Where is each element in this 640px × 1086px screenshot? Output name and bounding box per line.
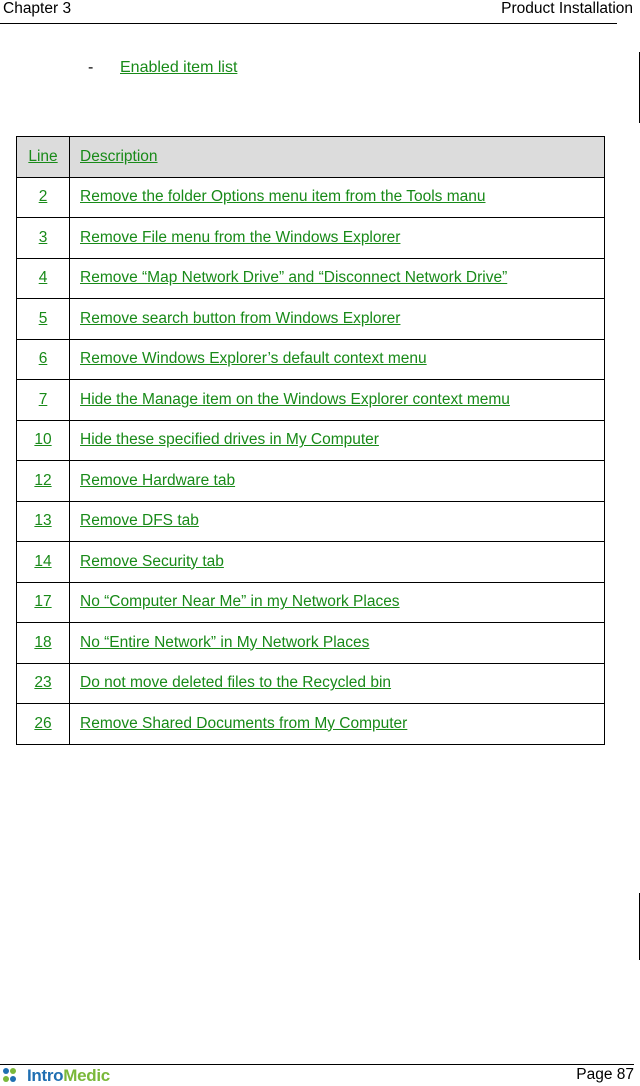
line-number-link[interactable]: 6 <box>39 350 48 367</box>
column-header-line: Line <box>16 136 70 178</box>
description-cell: Remove Shared Documents from My Computer <box>69 703 605 745</box>
description-cell: Hide these specified drives in My Comput… <box>69 419 605 461</box>
line-number-link[interactable]: 23 <box>34 674 51 691</box>
line-cell: 5 <box>16 298 70 340</box>
description-cell: Remove Security tab <box>69 541 605 583</box>
description-cell: Hide the Manage item on the Windows Expl… <box>69 379 605 421</box>
description-cell: No “Entire Network” in My Network Places <box>69 622 605 664</box>
description-link[interactable]: Remove File menu from the Windows Explor… <box>80 229 400 246</box>
line-cell: 14 <box>16 541 70 583</box>
table-row: 2 Remove the folder Options menu item fro… <box>16 176 605 218</box>
description-cell: Remove DFS tab <box>69 500 605 542</box>
header-divider <box>0 23 617 24</box>
chapter-title: Chapter 3 <box>3 0 72 17</box>
line-number-link[interactable]: 26 <box>34 715 51 732</box>
line-number-link[interactable]: 13 <box>34 512 51 529</box>
line-number-link[interactable]: 12 <box>34 472 51 489</box>
table-header-row: Line Description <box>16 136 605 178</box>
description-link[interactable]: Remove DFS tab <box>80 512 199 529</box>
line-cell: 4 <box>16 257 70 299</box>
line-number-link[interactable]: 5 <box>39 310 48 327</box>
line-cell: 6 <box>16 338 70 380</box>
table-row: 13 Remove DFS tab <box>16 500 605 542</box>
description-cell: Remove the folder Options menu item from… <box>69 176 605 218</box>
logo-dots-icon <box>3 1068 25 1084</box>
description-link[interactable]: Do not move deleted files to the Recycle… <box>80 674 391 691</box>
table-row: 10 Hide these specified drives in My Comp… <box>16 419 605 461</box>
line-cell: 2 <box>16 176 70 218</box>
line-number-link[interactable]: 18 <box>34 634 51 651</box>
description-cell: Remove Windows Explorer’s default contex… <box>69 338 605 380</box>
description-link[interactable]: Remove the folder Options menu item from… <box>80 188 486 205</box>
line-number-link[interactable]: 2 <box>39 188 48 205</box>
description-cell: Do not move deleted files to the Recycle… <box>69 662 605 704</box>
description-cell: Remove Hardware tab <box>69 460 605 502</box>
table-row: 3 Remove File menu from the Windows Explo… <box>16 217 605 259</box>
table-row: 6 Remove Windows Explorer’s default conte… <box>16 338 605 380</box>
description-link[interactable]: Remove Hardware tab <box>80 472 235 489</box>
logo-text-medic: Medic <box>63 1066 110 1085</box>
column-header-description: Description <box>69 136 605 178</box>
table-row: 23 Do not move deleted files to the Recyc… <box>16 662 605 704</box>
line-cell: 7 <box>16 379 70 421</box>
table-row: 18 No “Entire Network” in My Network Plac… <box>16 622 605 664</box>
intromedic-logo: Intro Medic <box>3 1066 110 1085</box>
description-link[interactable]: Remove search button from Windows Explor… <box>80 310 400 327</box>
column-header-description-link[interactable]: Description <box>80 148 158 165</box>
description-link[interactable]: Hide these specified drives in My Comput… <box>80 431 379 448</box>
line-cell: 12 <box>16 460 70 502</box>
table-row: 7 Hide the Manage item on the Windows Exp… <box>16 379 605 421</box>
table-row: 4 Remove “Map Network Drive” and “Disconn… <box>16 257 605 299</box>
description-link[interactable]: Remove “Map Network Drive” and “Disconne… <box>80 269 507 286</box>
logo-text-intro: Intro <box>27 1066 64 1085</box>
description-link[interactable]: Hide the Manage item on the Windows Expl… <box>80 391 510 408</box>
line-number-link[interactable]: 3 <box>39 229 48 246</box>
description-link[interactable]: No “Entire Network” in My Network Places <box>80 634 369 651</box>
description-link[interactable]: Remove Security tab <box>80 553 224 570</box>
line-number-link[interactable]: 7 <box>39 391 48 408</box>
description-link[interactable]: Remove Windows Explorer’s default contex… <box>80 350 427 367</box>
description-link[interactable]: Remove Shared Documents from My Computer <box>80 715 407 732</box>
column-header-line-link[interactable]: Line <box>28 148 57 165</box>
table-row: 5 Remove search button from Windows Explo… <box>16 298 605 340</box>
description-link[interactable]: No “Computer Near Me” in my Network Plac… <box>80 593 400 610</box>
line-number-link[interactable]: 17 <box>34 593 51 610</box>
line-cell: 10 <box>16 419 70 461</box>
line-cell: 3 <box>16 217 70 259</box>
page-number: Page 87 <box>576 1066 634 1083</box>
table-row: 14 Remove Security tab <box>16 541 605 583</box>
bullet-marker: - <box>88 59 94 76</box>
section-title: Product Installation <box>501 0 633 17</box>
description-cell: No “Computer Near Me” in my Network Plac… <box>69 581 605 623</box>
line-number-link[interactable]: 14 <box>34 553 51 570</box>
description-cell: Remove File menu from the Windows Explor… <box>69 217 605 259</box>
line-number-link[interactable]: 4 <box>39 269 48 286</box>
line-cell: 18 <box>16 622 70 664</box>
footer-divider <box>0 1064 634 1065</box>
description-cell: Remove search button from Windows Explor… <box>69 298 605 340</box>
line-cell: 23 <box>16 662 70 704</box>
line-cell: 26 <box>16 703 70 745</box>
table-row: 17 No “Computer Near Me” in my Network Pl… <box>16 581 605 623</box>
enabled-item-list-link[interactable]: Enabled item list <box>120 59 237 77</box>
line-cell: 13 <box>16 500 70 542</box>
description-cell: Remove “Map Network Drive” and “Disconne… <box>69 257 605 299</box>
enabled-items-table: Line Description 2 Remove the folder Opti… <box>16 136 605 745</box>
line-number-link[interactable]: 10 <box>34 431 51 448</box>
table-row: 12 Remove Hardware tab <box>16 460 605 502</box>
line-cell: 17 <box>16 581 70 623</box>
table-row: 26 Remove Shared Documents from My Comput… <box>16 703 605 745</box>
